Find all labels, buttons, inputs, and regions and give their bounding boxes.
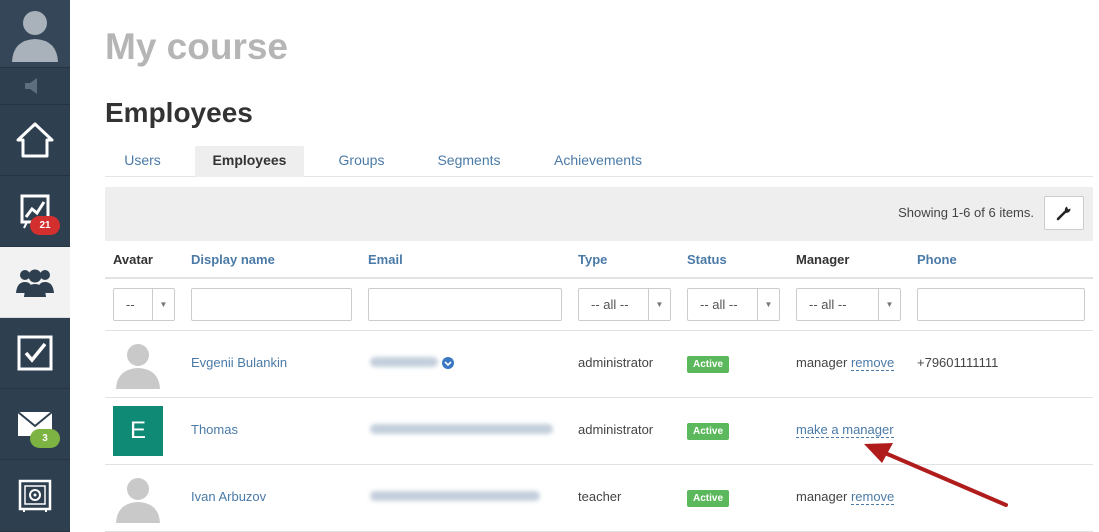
items-summary: Showing 1-6 of 6 items. bbox=[898, 205, 1034, 220]
tab-groups[interactable]: Groups bbox=[325, 146, 398, 177]
email-redacted bbox=[370, 357, 438, 367]
col-status[interactable]: Status bbox=[687, 252, 727, 267]
status-badge: Active bbox=[687, 423, 730, 440]
grid-toolbar: Showing 1-6 of 6 items. bbox=[105, 187, 1093, 241]
avatar bbox=[113, 473, 163, 523]
home-icon bbox=[16, 122, 54, 158]
speaker-icon bbox=[25, 78, 37, 94]
col-avatar: Avatar bbox=[113, 252, 153, 267]
verified-icon bbox=[442, 357, 454, 369]
course-title: My course bbox=[105, 26, 289, 67]
manager-cell: manager remove bbox=[796, 355, 895, 371]
avatar-filter-value: -- bbox=[126, 297, 135, 312]
checkbox-icon bbox=[17, 335, 53, 371]
user-avatar[interactable] bbox=[0, 0, 70, 68]
avatar-filter-select[interactable]: -- ▼ bbox=[113, 288, 175, 321]
email-redacted bbox=[370, 424, 553, 434]
remove-manager-link[interactable]: remove bbox=[850, 489, 895, 505]
manager-filter-select[interactable]: -- all -- ▼ bbox=[796, 288, 901, 321]
manager-filter-value: -- all -- bbox=[809, 297, 847, 312]
type-value: administrator bbox=[578, 422, 654, 437]
display-name-link[interactable]: Thomas bbox=[191, 422, 238, 437]
display-name-link[interactable]: Ivan Arbuzov bbox=[191, 489, 266, 504]
sound-toggle[interactable] bbox=[0, 68, 70, 105]
col-phone[interactable]: Phone bbox=[917, 252, 957, 267]
manager-cell: make a manager bbox=[796, 422, 894, 438]
phone-value: +79601111111 bbox=[917, 355, 999, 370]
safe-icon bbox=[18, 479, 52, 512]
user-placeholder-icon bbox=[116, 478, 160, 523]
manager-label: manager bbox=[796, 355, 848, 370]
nav-users[interactable] bbox=[0, 247, 70, 318]
users-group-icon bbox=[16, 269, 54, 297]
avatar: E bbox=[113, 406, 163, 456]
display-name-filter-input[interactable] bbox=[191, 288, 352, 321]
tab-achievements[interactable]: Achievements bbox=[545, 146, 651, 177]
table-row: Evgenii Bulankin administrator Active ma… bbox=[105, 331, 1093, 398]
mail-badge: 3 bbox=[30, 429, 60, 448]
type-filter-value: -- all -- bbox=[591, 297, 629, 312]
main-content: My course Employees Users Employees Grou… bbox=[70, 0, 1099, 532]
table-header: Avatar Display name Email Type Status Ma… bbox=[105, 241, 1093, 279]
status-badge: Active bbox=[687, 490, 730, 507]
phone-filter-input[interactable] bbox=[917, 288, 1085, 321]
chevron-down-icon: ▼ bbox=[757, 289, 779, 320]
user-silhouette-icon bbox=[12, 10, 58, 62]
status-filter-value: -- all -- bbox=[700, 297, 738, 312]
wrench-icon bbox=[1056, 206, 1071, 221]
manager-cell: manager remove bbox=[796, 489, 895, 505]
tab-employees[interactable]: Employees bbox=[195, 146, 304, 177]
email-redacted bbox=[370, 491, 540, 501]
chevron-down-icon: ▼ bbox=[878, 289, 900, 320]
nav-home[interactable] bbox=[0, 105, 70, 176]
type-value: teacher bbox=[578, 489, 622, 504]
nav-tasks[interactable] bbox=[0, 318, 70, 389]
nav-safe[interactable] bbox=[0, 460, 70, 532]
col-email[interactable]: Email bbox=[368, 252, 403, 267]
tab-bar: Users Employees Groups Segments Achievem… bbox=[105, 146, 1093, 177]
make-manager-link[interactable]: make a manager bbox=[796, 422, 894, 438]
status-badge: Active bbox=[687, 356, 730, 373]
table-row: E Thomas administrator Active make a man… bbox=[105, 398, 1093, 465]
manager-label: manager bbox=[796, 489, 848, 504]
nav-statistics[interactable]: 21 bbox=[0, 176, 70, 247]
user-placeholder-icon bbox=[116, 344, 160, 389]
col-manager: Manager bbox=[796, 252, 850, 267]
grid-settings-button[interactable] bbox=[1044, 196, 1084, 230]
col-type[interactable]: Type bbox=[578, 252, 607, 267]
nav-messages[interactable]: 3 bbox=[0, 389, 70, 460]
type-value: administrator bbox=[578, 355, 654, 370]
sidebar: 21 3 bbox=[0, 0, 70, 532]
col-display-name[interactable]: Display name bbox=[191, 252, 275, 267]
stats-badge: 21 bbox=[30, 216, 60, 235]
type-filter-select[interactable]: -- all -- ▼ bbox=[578, 288, 671, 321]
table-row: Ivan Arbuzov teacher Active manager remo… bbox=[105, 465, 1093, 532]
chevron-down-icon: ▼ bbox=[648, 289, 670, 320]
avatar bbox=[113, 339, 163, 389]
filter-row: -- ▼ -- all -- ▼ -- all -- ▼ -- all -- ▼ bbox=[105, 279, 1093, 331]
display-name-link[interactable]: Evgenii Bulankin bbox=[191, 355, 287, 370]
remove-manager-link[interactable]: remove bbox=[850, 355, 895, 371]
page-title: Employees bbox=[105, 97, 253, 128]
email-filter-input[interactable] bbox=[368, 288, 562, 321]
chevron-down-icon: ▼ bbox=[152, 289, 174, 320]
tab-users[interactable]: Users bbox=[105, 146, 180, 177]
status-filter-select[interactable]: -- all -- ▼ bbox=[687, 288, 780, 321]
tab-segments[interactable]: Segments bbox=[423, 146, 515, 177]
